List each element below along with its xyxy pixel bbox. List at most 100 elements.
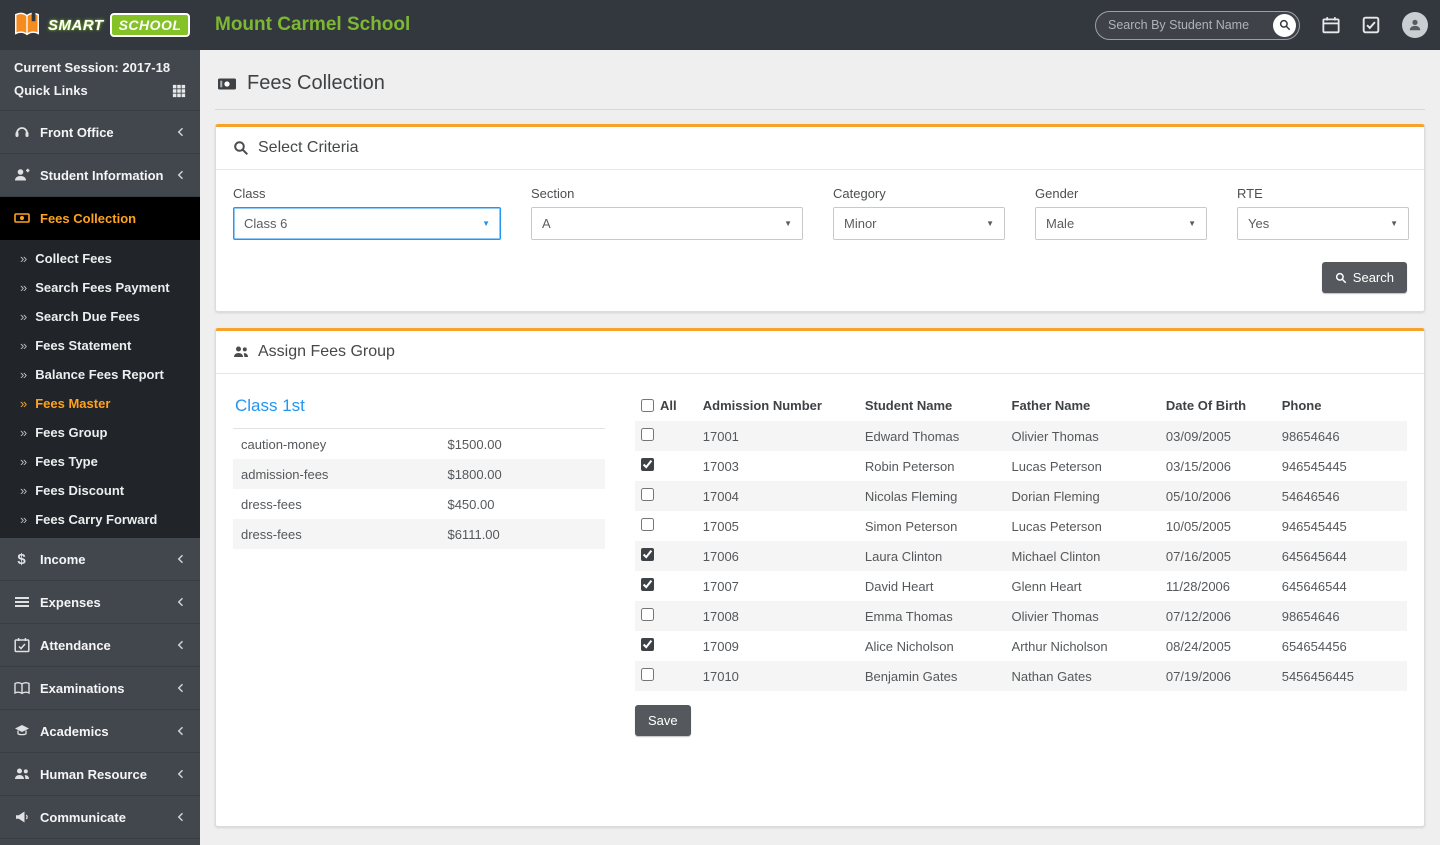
sidebar-item-income[interactable]: $ Income [0, 538, 200, 581]
father-name-cell: Olivier Thomas [1011, 428, 1099, 444]
school-name: Mount Carmel School [215, 14, 411, 35]
search-button[interactable]: Search [1321, 262, 1407, 293]
dob-cell: 07/12/2006 [1165, 608, 1231, 624]
submenu-item-search-due-fees[interactable]: » Search Due Fees [0, 302, 200, 331]
phone-cell: 946545445 [1281, 518, 1347, 534]
sidebar-item-academics[interactable]: Academics [0, 710, 200, 753]
student-name-cell: Laura Clinton [864, 548, 943, 564]
submenu-item-label: Fees Master [35, 396, 111, 411]
sidebar-item-examinations[interactable]: Examinations [0, 667, 200, 710]
dob-cell: 03/15/2006 [1165, 458, 1231, 474]
submenu-item-fees-statement[interactable]: » Fees Statement [0, 331, 200, 360]
sidebar-item-fees-collection[interactable]: Fees Collection [0, 197, 200, 240]
megaphone-icon [13, 809, 30, 825]
caret-down-icon: ▼ [784, 219, 792, 228]
save-button-label: Save [648, 713, 678, 728]
student-search-input[interactable] [1108, 18, 1273, 32]
submenu-item-fees-master[interactable]: » Fees Master [0, 389, 200, 418]
quick-links[interactable]: Quick Links [14, 83, 186, 98]
admission-number-cell: 17009 [702, 638, 739, 654]
submenu-item-fees-group[interactable]: » Fees Group [0, 418, 200, 447]
student-search-button[interactable] [1273, 13, 1296, 37]
caret-down-icon: ▼ [482, 219, 490, 228]
sidebar-item-attendance[interactable]: Attendance [0, 624, 200, 667]
rte-select-value: Yes [1248, 216, 1270, 231]
chevron-left-icon [175, 725, 187, 737]
submenu-item-fees-discount[interactable]: » Fees Discount [0, 476, 200, 505]
gender-select-value: Male [1046, 216, 1075, 231]
fee-name: admission-fees [241, 466, 329, 482]
fees-collection-submenu: » Collect Fees » Search Fees Payment » S… [0, 240, 200, 538]
double-arrow-icon: » [20, 396, 28, 411]
student-checkbox[interactable] [641, 668, 654, 681]
tasks-button[interactable] [1362, 16, 1380, 34]
student-search-box [1095, 10, 1300, 40]
chevron-left-icon [175, 553, 187, 565]
student-checkbox[interactable] [641, 518, 654, 531]
submenu-item-search-fees-payment[interactable]: » Search Fees Payment [0, 273, 200, 302]
assign-fees-group-card: Assign Fees Group Class 1st caution-mone… [215, 328, 1425, 827]
rte-select[interactable]: Yes ▼ [1237, 207, 1409, 240]
submenu-item-fees-carry-forward[interactable]: » Fees Carry Forward [0, 505, 200, 534]
admission-number-cell: 17010 [702, 668, 739, 684]
sidebar-item-front-office[interactable]: Front Office [0, 111, 200, 154]
submenu-item-label: Fees Statement [35, 338, 132, 353]
sidebar: Current Session: 2017-18 Quick Links Fro… [0, 50, 200, 845]
user-avatar[interactable] [1402, 12, 1428, 38]
phone-cell: 98654646 [1281, 428, 1340, 444]
student-name-cell: Alice Nicholson [864, 638, 954, 654]
submenu-item-label: Search Due Fees [35, 309, 141, 324]
dob-cell: 10/05/2005 [1165, 518, 1231, 534]
student-checkbox[interactable] [641, 458, 654, 471]
calendar-check-icon [13, 637, 30, 653]
sidebar-item-label: Expenses [40, 594, 101, 610]
gender-label: Gender [1035, 186, 1079, 201]
dob-cell: 07/19/2006 [1165, 668, 1231, 684]
chevron-left-icon [175, 639, 187, 651]
dob-cell: 05/10/2006 [1165, 488, 1231, 504]
father-name-cell: Lucas Peterson [1011, 518, 1102, 534]
student-checkbox[interactable] [641, 638, 654, 651]
submenu-item-fees-type[interactable]: » Fees Type [0, 447, 200, 476]
money-icon [217, 74, 237, 94]
sidebar-item-communicate[interactable]: Communicate [0, 796, 200, 839]
save-button[interactable]: Save [635, 705, 691, 736]
fee-amount: $450.00 [447, 496, 495, 512]
admission-number-cell: 17001 [702, 428, 739, 444]
gender-select[interactable]: Male ▼ [1035, 207, 1207, 240]
class-heading: Class 1st [233, 390, 605, 429]
calendar-icon [1322, 17, 1340, 34]
column-student-name: Student Name [864, 398, 953, 413]
student-name-cell: Nicolas Fleming [864, 488, 958, 504]
brand-logo[interactable]: SMART SCHOOL [0, 0, 200, 50]
student-checkbox[interactable] [641, 488, 654, 501]
submenu-item-collect-fees[interactable]: » Collect Fees [0, 244, 200, 273]
student-row: 17004 Nicolas Fleming Dorian Fleming 05/… [635, 481, 1407, 511]
father-name-cell: Glenn Heart [1011, 578, 1082, 594]
fee-row: admission-fees $1800.00 [233, 459, 605, 489]
sidebar-item-student-information[interactable]: Student Information [0, 154, 200, 197]
sidebar-item-human-resource[interactable]: Human Resource [0, 753, 200, 796]
student-row: 17010 Benjamin Gates Nathan Gates 07/19/… [635, 661, 1407, 691]
student-checkbox[interactable] [641, 428, 654, 441]
double-arrow-icon: » [20, 512, 28, 527]
money-icon [13, 210, 30, 226]
student-checkbox[interactable] [641, 578, 654, 591]
calendar-button[interactable] [1322, 16, 1340, 34]
sidebar-item-label: Fees Collection [40, 210, 137, 226]
class-select[interactable]: Class 6 ▼ [233, 207, 501, 240]
headset-icon [13, 124, 30, 140]
student-name-cell: Simon Peterson [864, 518, 958, 534]
search-icon [1335, 272, 1347, 283]
assign-fees-group-title: Assign Fees Group [258, 343, 395, 360]
student-checkbox[interactable] [641, 608, 654, 621]
student-checkbox[interactable] [641, 548, 654, 561]
select-all-checkbox[interactable] [641, 399, 654, 412]
sidebar-item-expenses[interactable]: Expenses [0, 581, 200, 624]
submenu-item-balance-fees-report[interactable]: » Balance Fees Report [0, 360, 200, 389]
category-select[interactable]: Minor ▼ [833, 207, 1005, 240]
father-name-cell: Olivier Thomas [1011, 608, 1099, 624]
double-arrow-icon: » [20, 280, 28, 295]
father-name-cell: Dorian Fleming [1011, 488, 1100, 504]
section-select[interactable]: A ▼ [531, 207, 803, 240]
